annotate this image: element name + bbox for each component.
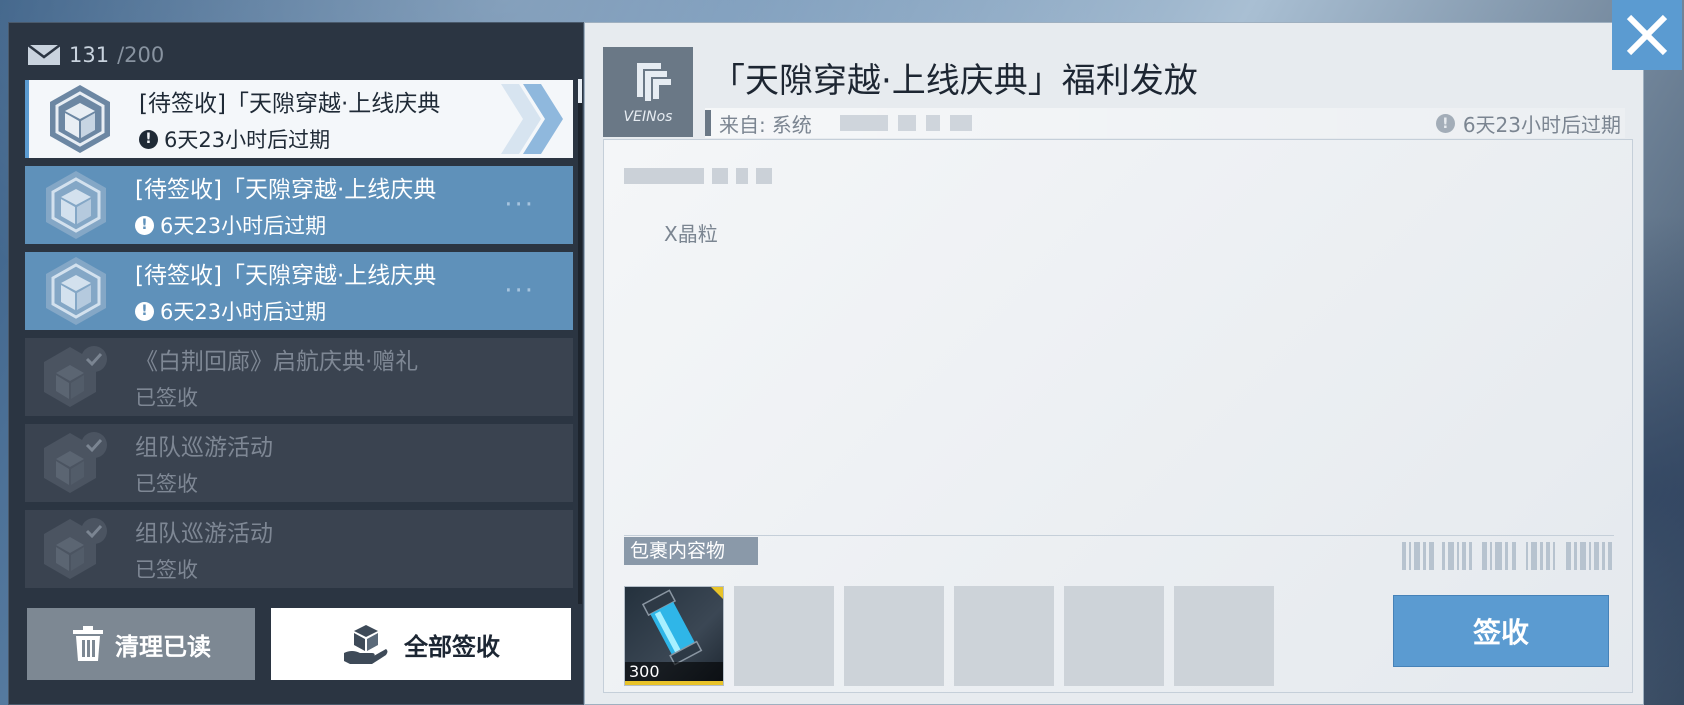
- mail-status: ! 6天23小时后过期: [139, 124, 440, 154]
- rarity-corner: [711, 587, 723, 599]
- mail-counter: 131/200: [27, 41, 164, 69]
- envelope-icon: [27, 44, 61, 65]
- crystal-canister-icon: [641, 589, 703, 666]
- list-item[interactable]: 组队巡游活动 已签收: [25, 510, 573, 588]
- claim-label: 签收: [1472, 616, 1529, 649]
- body-text: X晶粒: [664, 222, 718, 246]
- list-item[interactable]: 组队巡游活动 已签收: [25, 424, 573, 502]
- barcode-decoration: [1402, 542, 1612, 570]
- attachment-slot-empty: [1174, 586, 1274, 686]
- attachment-qty: 300: [625, 662, 723, 685]
- mail-status-text: 6天23小时后过期: [164, 128, 331, 152]
- sender-logo: VEINos: [603, 47, 693, 137]
- hand-package-icon: [344, 625, 388, 664]
- warning-icon: !: [1435, 114, 1455, 133]
- claim-all-label: 全部签收: [404, 632, 500, 661]
- mail-max: /200: [117, 43, 165, 67]
- clear-read-button[interactable]: 清理已读: [27, 608, 255, 680]
- attachment-slots: 300: [624, 586, 1274, 686]
- attachment-slot-empty: [954, 586, 1054, 686]
- warning-icon: !: [135, 215, 154, 235]
- attachment-slot-empty: [844, 586, 944, 686]
- more-icon: ···: [504, 190, 535, 220]
- expire-info: ! 6天23小时后过期: [1435, 109, 1621, 138]
- redacted-text: [839, 115, 972, 131]
- close-button[interactable]: [1612, 0, 1682, 70]
- trash-icon: [73, 626, 103, 661]
- warning-icon: !: [139, 129, 158, 149]
- mail-list[interactable]: [待签收]「天隙穿越·上线庆典 ! 6天23小时后过期 [待签收]「天隙穿越·上…: [25, 78, 581, 606]
- mail-detail-panel: VEINos 「天隙穿越·上线庆典」福利发放 来自: 系统 ! 6天23小时后过…: [584, 22, 1644, 705]
- mail-subject: [待签收]「天隙穿越·上线庆典: [139, 91, 441, 117]
- mail-subject: [待签收]「天隙穿越·上线庆典: [135, 263, 437, 289]
- redacted-text: [624, 168, 772, 184]
- from-bar: [705, 110, 711, 136]
- mail-status: ! 6天23小时后过期: [135, 210, 436, 240]
- claim-all-button[interactable]: 全部签收: [271, 608, 571, 680]
- mail-subject: 组队巡游活动: [135, 521, 273, 547]
- attachment-slot-empty: [734, 586, 834, 686]
- mail-count: 131: [69, 43, 110, 67]
- attachment-item[interactable]: 300: [624, 586, 724, 686]
- more-icon: ···: [504, 276, 535, 306]
- package-icon: [43, 82, 117, 156]
- scrollbar-thumb[interactable]: [578, 79, 582, 103]
- package-opened-icon: [39, 340, 113, 414]
- mail-subject: 《白荆回廊》启航庆典·赠礼: [135, 349, 419, 375]
- close-icon: [1626, 14, 1668, 56]
- list-item[interactable]: [待签收]「天隙穿越·上线庆典 ! 6天23小时后过期 ···: [25, 252, 573, 330]
- clear-read-label: 清理已读: [115, 632, 211, 661]
- sender-logo-text: VEINos: [623, 109, 673, 125]
- list-item[interactable]: [待签收]「天隙穿越·上线庆典 ! 6天23小时后过期: [25, 80, 573, 158]
- claim-button[interactable]: 签收: [1393, 595, 1609, 667]
- chevron-right-icon: [501, 84, 563, 154]
- from-label: 来自:: [719, 112, 766, 137]
- mail-status: ! 6天23小时后过期: [135, 296, 436, 326]
- mail-status: 已签收: [135, 472, 198, 496]
- list-item[interactable]: [待签收]「天隙穿越·上线庆典 ! 6天23小时后过期 ···: [25, 166, 573, 244]
- package-opened-icon: [39, 512, 113, 586]
- vein-logo-icon: [637, 63, 671, 101]
- expire-text: 6天23小时后过期: [1462, 113, 1621, 137]
- warning-icon: !: [135, 301, 154, 321]
- mail-list-panel: 131/200 [待签收]「天隙穿越·上线庆典 ! 6天23小时后过期 [待签收…: [8, 22, 584, 705]
- mail-status-text: 6天23小时后过期: [160, 214, 327, 238]
- mail-status-text: 6天23小时后过期: [160, 300, 327, 324]
- attachments-divider: [624, 535, 1614, 536]
- mail-subject: [待签收]「天隙穿越·上线庆典: [135, 177, 437, 203]
- mail-subject: 组队巡游活动: [135, 435, 273, 461]
- attachment-slot-empty: [1064, 586, 1164, 686]
- from-value: 系统: [771, 112, 812, 137]
- mail-status: 已签收: [135, 386, 198, 410]
- mail-status: 已签收: [135, 558, 198, 582]
- scrollbar-track[interactable]: [578, 79, 582, 604]
- mail-title: 「天隙穿越·上线庆典」福利发放: [711, 61, 1198, 101]
- list-item[interactable]: 《白荆回廊》启航庆典·赠礼 已签收: [25, 338, 573, 416]
- package-icon: [39, 168, 113, 242]
- package-icon: [39, 254, 113, 328]
- package-opened-icon: [39, 426, 113, 500]
- attachments-label: 包裹内容物: [624, 537, 758, 565]
